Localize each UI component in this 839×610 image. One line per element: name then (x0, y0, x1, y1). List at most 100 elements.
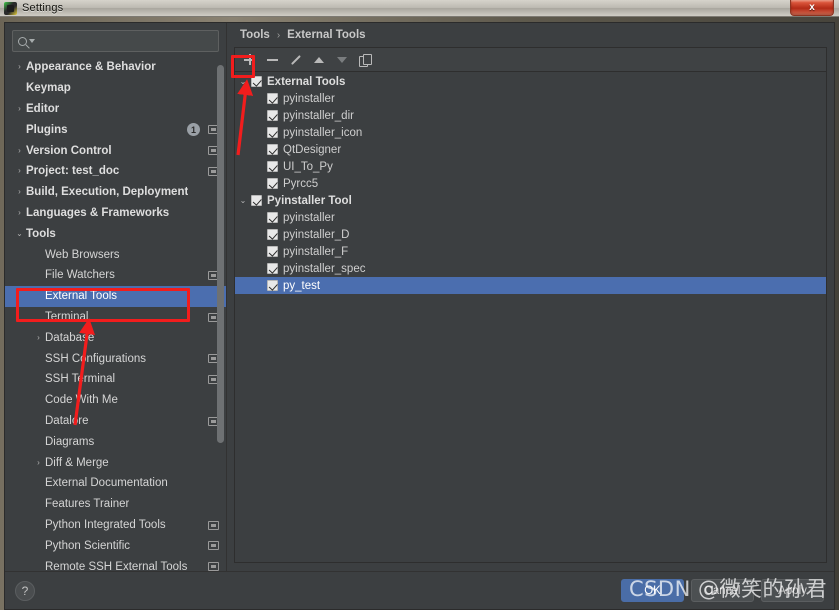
tool-row[interactable]: pyinstaller_icon (235, 124, 826, 141)
external-tools-tree[interactable]: ⌄ External Tools pyinstaller pyinstaller_di… (235, 72, 826, 562)
sidebar-item-appearance-behavior[interactable]: › Appearance & Behavior (5, 57, 226, 78)
tool-row[interactable]: UI_To_Py (235, 158, 826, 175)
tool-row[interactable]: Pyrcc5 (235, 175, 826, 192)
minus-icon (267, 54, 278, 65)
tool-checkbox[interactable] (267, 110, 278, 121)
tool-row[interactable]: QtDesigner (235, 141, 826, 158)
ok-button[interactable]: OK (621, 579, 684, 602)
tool-checkbox[interactable] (251, 76, 262, 87)
sidebar-item-build-execution-deployment[interactable]: › Build, Execution, Deployment (5, 182, 226, 203)
breadcrumb-separator-icon: › (276, 29, 281, 41)
move-up-button[interactable] (308, 50, 329, 70)
sidebar-item-plugins[interactable]: Plugins 1 (5, 119, 226, 140)
sidebar-item-label: Version Control (26, 144, 112, 157)
sidebar-item-python-scientific[interactable]: Python Scientific (5, 535, 226, 556)
help-icon[interactable]: ? (15, 580, 35, 601)
tool-row[interactable]: pyinstaller (235, 90, 826, 107)
sidebar-item-editor[interactable]: › Editor (5, 99, 226, 120)
sidebar-item-label: Editor (26, 102, 60, 115)
move-down-button[interactable] (331, 50, 352, 70)
sidebar-item-ssh-configurations[interactable]: SSH Configurations (5, 348, 226, 369)
chevron-right-icon[interactable]: › (13, 208, 26, 217)
tool-group-row[interactable]: ⌄ Pyinstaller Tool (235, 192, 826, 209)
external-tools-toolbar (235, 48, 826, 72)
chevron-right-icon[interactable]: › (32, 458, 45, 467)
edit-button[interactable] (285, 50, 306, 70)
tool-checkbox[interactable] (267, 127, 278, 138)
tool-checkbox[interactable] (267, 161, 278, 172)
tool-checkbox[interactable] (267, 246, 278, 257)
sidebar-item-features-trainer[interactable]: Features Trainer (5, 494, 226, 515)
tool-row[interactable]: py_test (235, 277, 826, 294)
sidebar-item-ssh-terminal[interactable]: SSH Terminal (5, 369, 226, 390)
sidebar-item-project-test-doc[interactable]: › Project: test_doc (5, 161, 226, 182)
search-input[interactable] (39, 34, 213, 48)
tool-label: pyinstaller (283, 92, 335, 105)
sidebar-item-file-watchers[interactable]: File Watchers (5, 265, 226, 286)
tool-checkbox[interactable] (267, 144, 278, 155)
sidebar-item-terminal[interactable]: Terminal (5, 307, 226, 328)
add-button[interactable] (239, 50, 260, 70)
cancel-button[interactable]: Cancel (691, 579, 754, 602)
sidebar-item-datalore[interactable]: Datalore (5, 411, 226, 432)
arrow-up-icon (313, 56, 324, 63)
sidebar-item-web-browsers[interactable]: Web Browsers (5, 244, 226, 265)
tool-group-row[interactable]: ⌄ External Tools (235, 73, 826, 90)
tool-checkbox[interactable] (267, 93, 278, 104)
sidebar-item-database[interactable]: › Database (5, 327, 226, 348)
tool-label: pyinstaller_dir (283, 109, 354, 122)
chevron-right-icon[interactable]: › (13, 167, 26, 175)
chevron-right-icon[interactable]: › (13, 104, 26, 113)
sidebar-item-languages-frameworks[interactable]: › Languages & Frameworks (5, 203, 226, 224)
tool-row[interactable]: pyinstaller_D (235, 226, 826, 243)
sidebar-item-label: Terminal (45, 310, 89, 323)
chevron-right-icon[interactable]: › (32, 333, 45, 342)
sidebar-item-external-tools[interactable]: External Tools (5, 285, 226, 307)
sidebar-item-label: File Watchers (45, 269, 115, 282)
external-tools-panel: ⌄ External Tools pyinstaller pyinstaller_di… (234, 47, 827, 563)
chevron-down-icon[interactable]: ⌄ (13, 229, 26, 238)
sidebar-item-label: Python Scientific (45, 539, 131, 552)
tool-checkbox[interactable] (267, 280, 278, 291)
close-icon[interactable]: x (790, 0, 834, 16)
tool-label: pyinstaller (283, 211, 335, 224)
tool-checkbox[interactable] (267, 212, 278, 223)
window-title-bar: Settings x (0, 0, 839, 17)
tool-row[interactable]: pyinstaller (235, 209, 826, 226)
sidebar-item-label: External Documentation (45, 477, 168, 490)
tool-row[interactable]: pyinstaller_dir (235, 107, 826, 124)
tool-checkbox[interactable] (251, 195, 262, 206)
sidebar-item-external-documentation[interactable]: External Documentation (5, 473, 226, 494)
search-box[interactable] (12, 30, 219, 52)
chevron-right-icon[interactable]: › (13, 63, 26, 71)
tool-checkbox[interactable] (267, 263, 278, 274)
sidebar-scrollbar[interactable] (217, 65, 224, 443)
sidebar-item-python-integrated-tools[interactable]: Python Integrated Tools (5, 515, 226, 536)
tool-checkbox[interactable] (267, 178, 278, 189)
arrow-down-icon (336, 56, 347, 63)
sidebar-item-remote-ssh-external-tools[interactable]: Remote SSH External Tools (5, 556, 226, 571)
chevron-down-icon[interactable]: ⌄ (235, 196, 251, 205)
remove-button[interactable] (262, 50, 283, 70)
tool-row[interactable]: pyinstaller_F (235, 243, 826, 260)
tool-row[interactable]: pyinstaller_spec (235, 260, 826, 277)
sidebar-item-label: Python Integrated Tools (45, 518, 166, 531)
sidebar-item-diff-merge[interactable]: › Diff & Merge (5, 452, 226, 473)
search-container (5, 23, 226, 57)
sidebar-item-tools[interactable]: ⌄ Tools (5, 223, 226, 244)
sidebar-item-version-control[interactable]: › Version Control (5, 140, 226, 161)
sidebar-item-keymap[interactable]: Keymap (5, 78, 226, 99)
sidebar-item-code-with-me[interactable]: Code With Me (5, 390, 226, 411)
pencil-icon (289, 53, 302, 66)
copy-button[interactable] (354, 50, 375, 70)
chevron-down-icon[interactable]: ⌄ (235, 77, 251, 86)
chevron-right-icon[interactable]: › (13, 146, 26, 155)
breadcrumb-root[interactable]: Tools (240, 29, 270, 41)
sidebar-item-diagrams[interactable]: Diagrams (5, 431, 226, 452)
tool-checkbox[interactable] (267, 229, 278, 240)
chevron-down-icon[interactable] (29, 39, 35, 43)
tool-label: Pyinstaller Tool (267, 194, 352, 207)
chevron-right-icon[interactable]: › (13, 188, 26, 196)
sidebar-tree[interactable]: › Appearance & Behavior Keymap › Editor Plugi… (5, 57, 226, 571)
apply-button[interactable]: Apply (761, 579, 824, 602)
